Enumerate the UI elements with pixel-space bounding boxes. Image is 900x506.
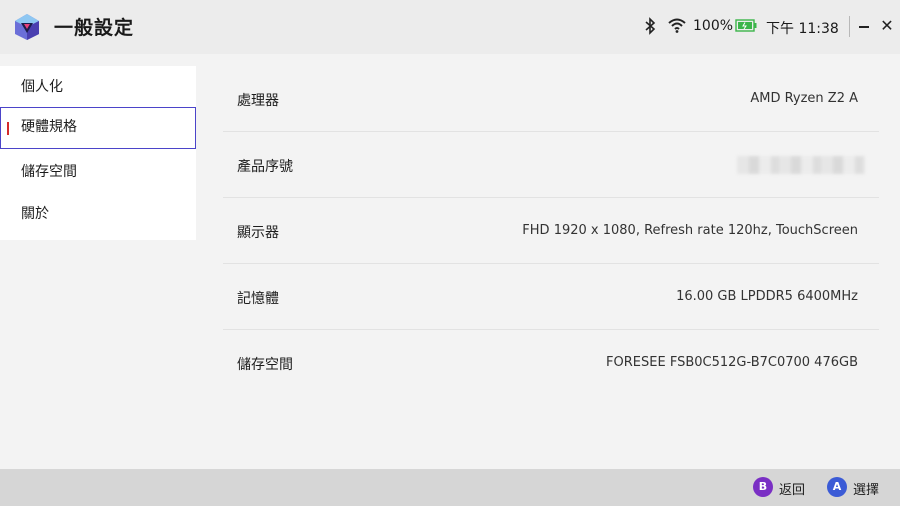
spec-row-storage: 儲存空間 FORESEE FSB0C512G-B7C0700 476GB: [223, 330, 879, 396]
spec-row-serial-number: 產品序號: [223, 132, 879, 198]
back-label[interactable]: 返回: [779, 479, 805, 498]
selection-marker: [7, 122, 9, 135]
spec-value: FORESEE FSB0C512G-B7C0700 476GB: [606, 355, 858, 370]
spec-label: 顯示器: [237, 225, 279, 241]
bluetooth-icon: [645, 17, 656, 35]
sidebar-item-label: 個人化: [21, 79, 63, 95]
sidebar-item-label: 儲存空間: [21, 164, 77, 180]
spec-label: 處理器: [237, 93, 279, 109]
b-button-icon[interactable]: B: [753, 477, 773, 497]
a-button-icon[interactable]: A: [827, 477, 847, 497]
wifi-icon: [668, 18, 686, 33]
sidebar: 個人化 硬體規格 儲存空間 關於: [0, 66, 196, 240]
spec-row-display: 顯示器 FHD 1920 x 1080, Refresh rate 120hz,…: [223, 198, 879, 264]
spec-row-processor: 處理器 AMD Ryzen Z2 A: [223, 66, 879, 132]
clock: 下午 11:38: [766, 21, 839, 37]
sidebar-item-label: 硬體規格: [21, 119, 77, 135]
title-bar: 一般設定 100% 下午 11:38 ✕: [0, 0, 900, 54]
spec-value: FHD 1920 x 1080, Refresh rate 120hz, Tou…: [522, 223, 858, 238]
controller-hint-bar: B 返回 A 選擇: [0, 469, 900, 506]
battery-percent: 100%: [693, 18, 734, 34]
spec-value: AMD Ryzen Z2 A: [750, 91, 858, 106]
minimize-icon[interactable]: [857, 18, 871, 34]
select-label[interactable]: 選擇: [853, 479, 879, 498]
spec-label: 產品序號: [237, 159, 293, 175]
spec-value: 16.00 GB LPDDR5 6400MHz: [676, 289, 858, 304]
app-logo-icon: [15, 14, 39, 40]
sidebar-item-personalization[interactable]: 個人化: [0, 66, 196, 108]
redacted-serial-value: [737, 156, 865, 174]
spec-label: 儲存空間: [237, 357, 293, 373]
title-divider: [849, 16, 850, 37]
sidebar-item-label: 關於: [21, 206, 49, 222]
spec-row-memory: 記憶體 16.00 GB LPDDR5 6400MHz: [223, 264, 879, 330]
close-icon[interactable]: ✕: [879, 16, 895, 36]
sidebar-item-hardware-specs[interactable]: 硬體規格: [0, 107, 196, 149]
sidebar-item-storage[interactable]: 儲存空間: [0, 151, 196, 193]
sidebar-item-about[interactable]: 關於: [0, 193, 196, 235]
battery-icon: [735, 19, 757, 32]
page-title: 一般設定: [54, 17, 135, 39]
spec-label: 記憶體: [237, 291, 279, 307]
